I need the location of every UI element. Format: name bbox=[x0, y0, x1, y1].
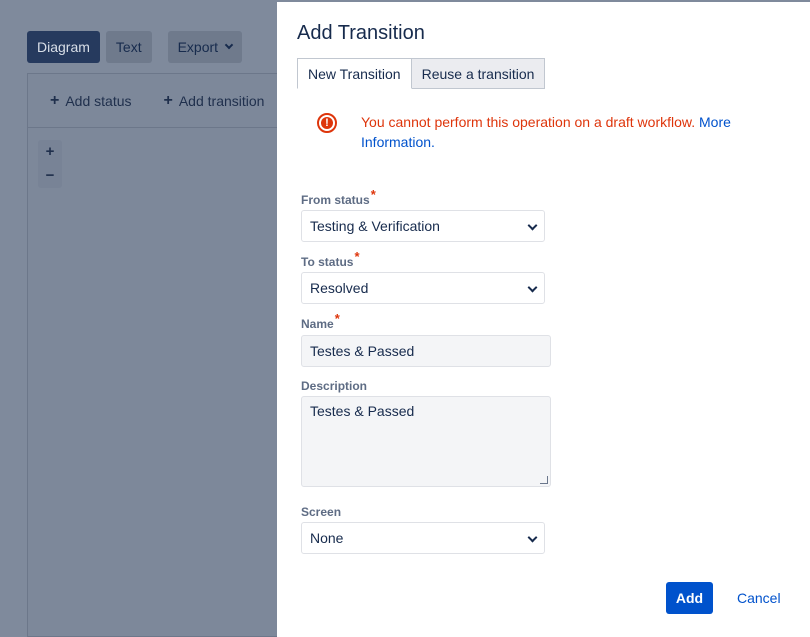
screen-label: Screen bbox=[301, 505, 342, 519]
tab-reuse-transition[interactable]: Reuse a transition bbox=[411, 58, 546, 89]
from-status-label: From status* bbox=[301, 187, 376, 208]
error-message: ! You cannot perform this operation on a… bbox=[317, 112, 757, 152]
error-message-text: You cannot perform this operation on a d… bbox=[361, 114, 696, 130]
chevron-down-icon bbox=[527, 532, 538, 543]
description-textarea[interactable]: Testes & Passed bbox=[301, 396, 551, 487]
chevron-down-icon bbox=[527, 282, 538, 293]
required-indicator: * bbox=[354, 249, 360, 264]
dialog-title: Add Transition bbox=[297, 22, 425, 44]
screen-value: None bbox=[310, 530, 344, 546]
screen-field: Screen None bbox=[301, 505, 545, 554]
text-view-button[interactable]: Text bbox=[105, 31, 152, 63]
zoom-in-button[interactable]: + bbox=[38, 140, 62, 164]
add-transition-label: Add transition bbox=[178, 92, 265, 109]
zoom-controls: + − bbox=[38, 140, 62, 188]
cancel-button[interactable]: Cancel bbox=[737, 590, 781, 606]
description-field: Description Testes & Passed bbox=[301, 379, 551, 487]
view-toolbar: Diagram Text Export bbox=[27, 31, 243, 63]
dialog-tabs: New Transition Reuse a transition bbox=[297, 58, 546, 89]
export-label: Export bbox=[177, 39, 219, 55]
from-status-field: From status* Testing & Verification bbox=[301, 187, 545, 242]
add-transition-link[interactable]: + Add transition bbox=[164, 92, 265, 110]
name-label: Name* bbox=[301, 311, 340, 332]
export-button[interactable]: Export bbox=[167, 31, 243, 63]
description-label: Description bbox=[301, 379, 368, 393]
plus-icon: + bbox=[163, 91, 173, 109]
name-field: Name* Testes & Passed bbox=[301, 311, 551, 367]
error-text: You cannot perform this operation on a d… bbox=[361, 112, 757, 152]
to-status-select[interactable]: Resolved bbox=[301, 272, 545, 304]
plus-icon: + bbox=[50, 91, 60, 109]
add-button[interactable]: Add bbox=[666, 582, 713, 614]
resize-handle-icon[interactable] bbox=[540, 476, 548, 484]
screen-select[interactable]: None bbox=[301, 522, 545, 554]
required-indicator: * bbox=[334, 311, 340, 326]
add-status-link[interactable]: + Add status bbox=[50, 92, 132, 110]
chevron-down-icon bbox=[527, 220, 538, 231]
required-indicator: * bbox=[370, 187, 376, 202]
diagram-view-button[interactable]: Diagram bbox=[27, 31, 100, 63]
to-status-label: To status* bbox=[301, 249, 360, 270]
from-status-select[interactable]: Testing & Verification bbox=[301, 210, 545, 242]
tab-new-transition[interactable]: New Transition bbox=[297, 58, 412, 89]
zoom-out-button[interactable]: − bbox=[38, 164, 62, 188]
add-status-label: Add status bbox=[65, 92, 132, 109]
from-status-value: Testing & Verification bbox=[310, 218, 440, 234]
to-status-field: To status* Resolved bbox=[301, 249, 545, 304]
error-icon: ! bbox=[317, 113, 337, 133]
chevron-down-icon bbox=[224, 40, 234, 50]
name-input[interactable]: Testes & Passed bbox=[301, 335, 551, 367]
to-status-value: Resolved bbox=[310, 280, 369, 296]
description-value: Testes & Passed bbox=[310, 403, 415, 419]
add-transition-dialog: Add Transition New Transition Reuse a tr… bbox=[277, 2, 810, 637]
